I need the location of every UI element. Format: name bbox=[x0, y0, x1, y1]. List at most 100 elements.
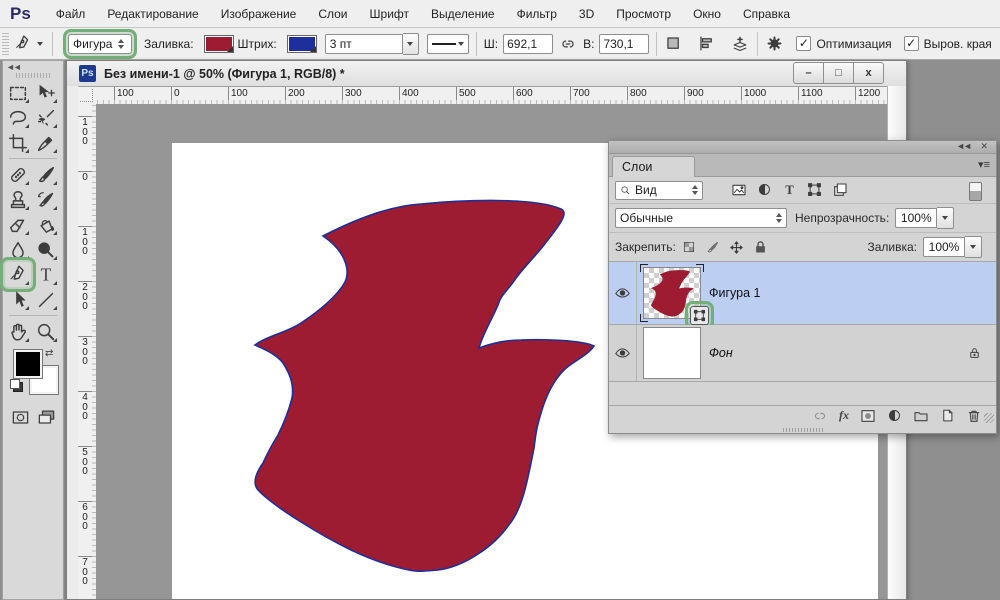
path-operations-button[interactable] bbox=[664, 34, 683, 53]
opacity-dropdown[interactable] bbox=[937, 207, 954, 229]
path-arrangement-button[interactable] bbox=[730, 34, 750, 54]
panel-menu-icon[interactable]: ▾≡ bbox=[978, 158, 990, 171]
pen-tool-preset-icon[interactable] bbox=[13, 34, 33, 54]
tool-healing[interactable] bbox=[5, 162, 31, 187]
panel-drag-handle[interactable] bbox=[16, 73, 50, 78]
optimize-checkbox[interactable]: ✓ bbox=[796, 36, 811, 51]
menu-4[interactable]: Слои bbox=[307, 1, 358, 27]
menu-3[interactable]: Изображение bbox=[210, 1, 308, 27]
link-layers-button[interactable] bbox=[812, 408, 828, 424]
vector-mask-badge[interactable] bbox=[690, 306, 709, 325]
filter-type-icon[interactable]: T bbox=[782, 182, 797, 198]
gear-icon[interactable] bbox=[765, 34, 784, 53]
tool-line[interactable] bbox=[33, 287, 59, 312]
panel-height-handle[interactable] bbox=[783, 428, 823, 432]
tool-blur[interactable] bbox=[5, 237, 31, 262]
layer-row-2[interactable]: Фон bbox=[609, 325, 996, 382]
layer-visibility-toggle[interactable] bbox=[609, 262, 637, 324]
filter-image-icon[interactable] bbox=[731, 182, 747, 198]
swap-colors-icon[interactable]: ⇄ bbox=[45, 348, 53, 359]
filter-adjustment-icon[interactable] bbox=[757, 182, 772, 198]
menu-8[interactable]: 3D bbox=[568, 1, 605, 27]
lock-all-icon[interactable] bbox=[753, 240, 768, 255]
menu-9[interactable]: Просмотр bbox=[605, 1, 682, 27]
shape-height-input[interactable]: 730,1 bbox=[599, 34, 649, 54]
close-panel-icon[interactable]: ✕ bbox=[980, 141, 988, 152]
tool-type[interactable]: T bbox=[33, 262, 59, 287]
ruler-corner[interactable] bbox=[78, 87, 97, 105]
menu-7[interactable]: Фильтр bbox=[506, 1, 568, 27]
tool-pen[interactable] bbox=[5, 262, 31, 287]
panel-title-bar[interactable]: ◄◄ ✕ bbox=[609, 141, 996, 154]
layer-thumbnail[interactable] bbox=[643, 327, 701, 379]
link-dimensions-icon[interactable] bbox=[559, 35, 577, 53]
foreground-color-swatch[interactable] bbox=[14, 350, 42, 378]
adjustment-layer-button[interactable] bbox=[887, 408, 902, 423]
quick-mask-button[interactable] bbox=[11, 408, 30, 427]
shape-width-input[interactable]: 692,1 bbox=[503, 34, 553, 54]
fill-opacity-dropdown[interactable] bbox=[965, 236, 982, 258]
stroke-width-input[interactable]: 3 пт bbox=[325, 34, 403, 54]
screen-mode-button[interactable] bbox=[37, 408, 56, 427]
tool-marquee[interactable] bbox=[5, 80, 31, 105]
tool-move[interactable] bbox=[33, 80, 59, 105]
filter-toggle-switch[interactable] bbox=[969, 182, 982, 201]
menu-1[interactable]: Файл bbox=[45, 1, 97, 27]
lock-transparency-icon[interactable] bbox=[682, 240, 696, 254]
tool-dodge[interactable] bbox=[33, 237, 59, 262]
tool-bucket[interactable] bbox=[33, 212, 59, 237]
menu-6[interactable]: Выделение bbox=[420, 1, 506, 27]
layer-name[interactable]: Фон bbox=[709, 346, 733, 360]
tool-pathselect[interactable] bbox=[5, 287, 31, 312]
filter-smart-object-icon[interactable] bbox=[832, 182, 848, 198]
menu-10[interactable]: Окно bbox=[682, 1, 732, 27]
tool-eraser[interactable] bbox=[5, 212, 31, 237]
tool-lasso[interactable] bbox=[5, 105, 31, 130]
tool-brush[interactable] bbox=[33, 162, 59, 187]
default-colors-icon[interactable] bbox=[10, 379, 22, 391]
layer-name[interactable]: Фигура 1 bbox=[709, 286, 760, 300]
tool-hand[interactable] bbox=[5, 319, 31, 344]
horizontal-ruler[interactable]: 1000100200300400500600700800900100011001… bbox=[96, 87, 888, 105]
maximize-button[interactable]: □ bbox=[823, 62, 854, 84]
layer-style-button[interactable]: fx bbox=[839, 408, 849, 423]
opacity-input[interactable]: 100% bbox=[895, 208, 937, 228]
tool-history[interactable] bbox=[33, 187, 59, 212]
lock-position-icon[interactable] bbox=[729, 240, 744, 255]
stroke-color-swatch[interactable] bbox=[287, 35, 317, 53]
close-button[interactable]: x bbox=[853, 62, 884, 84]
menu-5[interactable]: Шрифт bbox=[359, 1, 420, 27]
new-layer-button[interactable] bbox=[940, 408, 955, 423]
add-layer-mask-button[interactable] bbox=[860, 408, 876, 424]
align-edges-checkbox[interactable]: ✓ bbox=[904, 36, 919, 51]
vertical-ruler[interactable]: 1 0 001 0 02 0 03 0 04 0 05 0 06 0 07 0 … bbox=[78, 104, 97, 599]
layer-filter-select[interactable]: Вид bbox=[615, 181, 703, 200]
lock-pixels-icon[interactable] bbox=[705, 240, 720, 255]
stroke-width-dropdown[interactable] bbox=[403, 33, 419, 55]
menu-2[interactable]: Редактирование bbox=[96, 1, 209, 27]
stroke-style-dropdown[interactable] bbox=[427, 34, 469, 54]
options-grip[interactable] bbox=[2, 33, 9, 55]
tool-crop[interactable] bbox=[5, 130, 31, 155]
tab-layers[interactable]: Слои bbox=[612, 156, 695, 177]
new-group-button[interactable] bbox=[913, 408, 929, 424]
collapse-panel-icon[interactable]: ◄◄ bbox=[956, 141, 970, 151]
delete-layer-button[interactable] bbox=[966, 408, 982, 424]
document-title-bar[interactable]: Ps Без имени-1 @ 50% (Фигура 1, RGB/8) * bbox=[67, 61, 906, 87]
path-alignment-button[interactable] bbox=[697, 34, 716, 53]
blend-mode-select[interactable]: Обычные bbox=[615, 208, 787, 228]
tool-stamp[interactable] bbox=[5, 187, 31, 212]
tool-preset-caret[interactable] bbox=[37, 42, 43, 46]
tool-eyedropper[interactable] bbox=[33, 130, 59, 155]
filter-shape-icon[interactable] bbox=[807, 182, 822, 198]
tool-mode-select[interactable]: Фигура bbox=[68, 34, 132, 54]
collapse-panel-icon[interactable]: ◄◄ bbox=[6, 62, 20, 72]
panel-resize-grip[interactable] bbox=[984, 413, 994, 423]
tool-wand[interactable] bbox=[33, 105, 59, 130]
fill-color-swatch[interactable] bbox=[204, 35, 234, 53]
minimize-button[interactable]: – bbox=[793, 62, 824, 84]
layer-row-1[interactable]: Фигура 1 bbox=[609, 262, 996, 325]
menu-11[interactable]: Справка bbox=[732, 1, 801, 27]
fill-opacity-input[interactable]: 100% bbox=[923, 237, 965, 257]
layer-visibility-toggle[interactable] bbox=[609, 325, 637, 381]
